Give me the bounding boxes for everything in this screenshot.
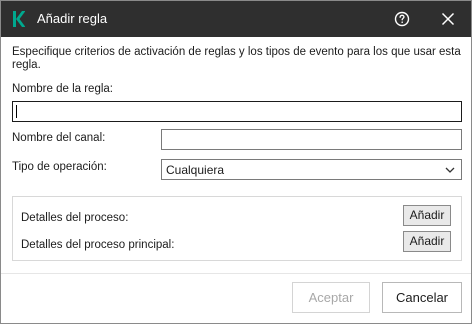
process-details-group: Detalles del proceso: Añadir Detalles de… [12,196,462,261]
parent-process-details-label: Detalles del proceso principal: [21,239,175,251]
add-process-details-button[interactable]: Añadir [403,205,451,226]
dialog-title: Añadir regla [37,11,108,26]
rule-name-input[interactable] [12,101,462,122]
operation-type-label: Tipo de operación: [12,161,107,173]
kaspersky-logo [13,11,25,27]
cancel-button[interactable]: Cancelar [382,282,462,313]
close-icon[interactable] [438,9,458,29]
add-rule-dialog: Añadir regla Especifique criterios de ac… [0,0,472,324]
text-cursor [16,105,17,118]
title-bar: Añadir regla [1,1,471,37]
channel-name-label: Nombre del canal: [12,132,106,144]
channel-name-input[interactable] [161,129,462,150]
operation-type-select[interactable]: Cualquiera [161,159,462,180]
rule-name-label: Nombre de la regla: [12,83,113,95]
process-details-label: Detalles del proceso: [21,212,129,224]
help-icon[interactable] [392,9,412,29]
chevron-down-icon [445,167,455,173]
form-description: Especifique criterios de activación de r… [12,46,461,71]
accept-button[interactable]: Aceptar [292,282,370,313]
operation-type-value: Cualquiera [166,163,225,177]
add-parent-process-details-button[interactable]: Añadir [403,231,451,252]
footer-divider [1,273,471,274]
